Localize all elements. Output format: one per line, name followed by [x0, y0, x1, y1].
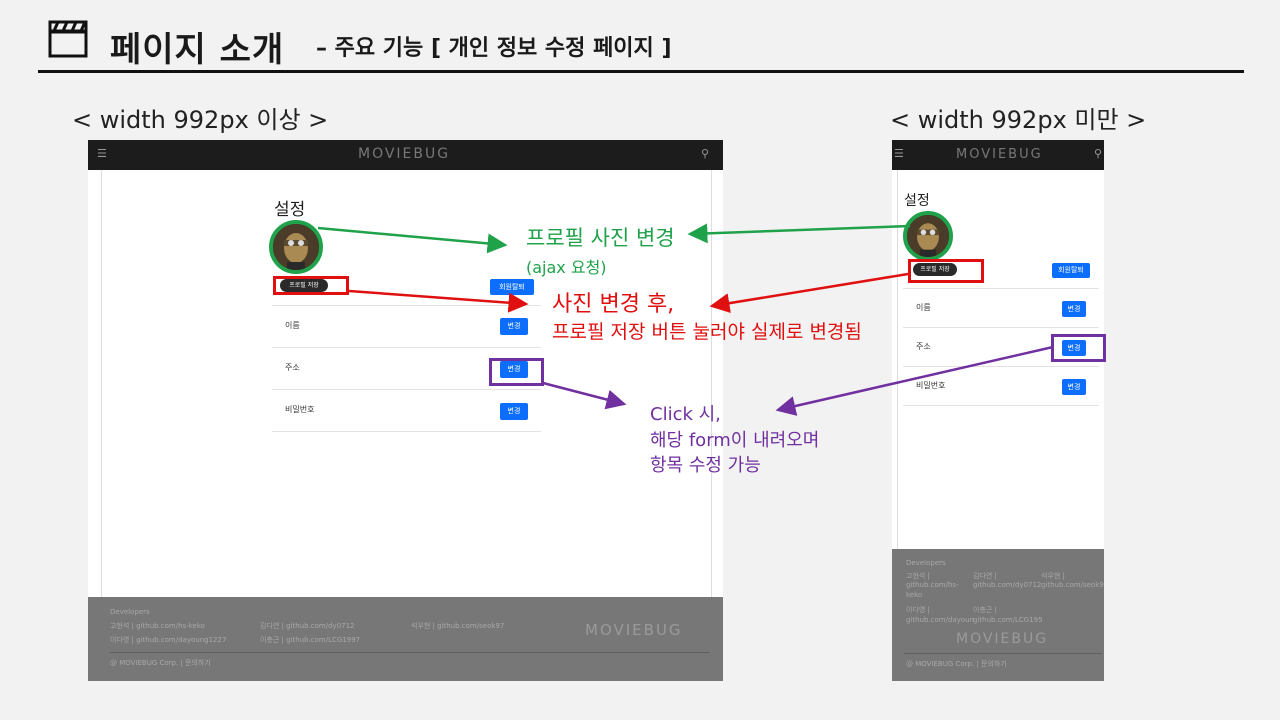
- annotation-ajax: (ajax 요청): [526, 258, 607, 277]
- annotation-after-photo: 사진 변경 후,: [552, 292, 675, 317]
- arrow-green-left: [317, 226, 508, 254]
- arrow-red-right: [709, 272, 909, 314]
- arrow-green-right: [687, 223, 911, 244]
- annotation-click: Click 시,: [650, 404, 721, 425]
- annotation-arrows: [317, 223, 1054, 416]
- annotation-photo-change: 프로필 사진 변경: [526, 226, 675, 250]
- annotation-form-drop: 해당 form이 내려오며: [650, 430, 820, 451]
- arrow-purple-right: [775, 345, 1054, 416]
- annotation-after-photo-detail: 프로필 저장 버튼 눌러야 실제로 변경됨: [552, 321, 862, 343]
- arrow-red-left: [348, 289, 529, 313]
- arrow-purple-left: [542, 381, 627, 410]
- annotation-editable: 항목 수정 가능: [650, 455, 761, 476]
